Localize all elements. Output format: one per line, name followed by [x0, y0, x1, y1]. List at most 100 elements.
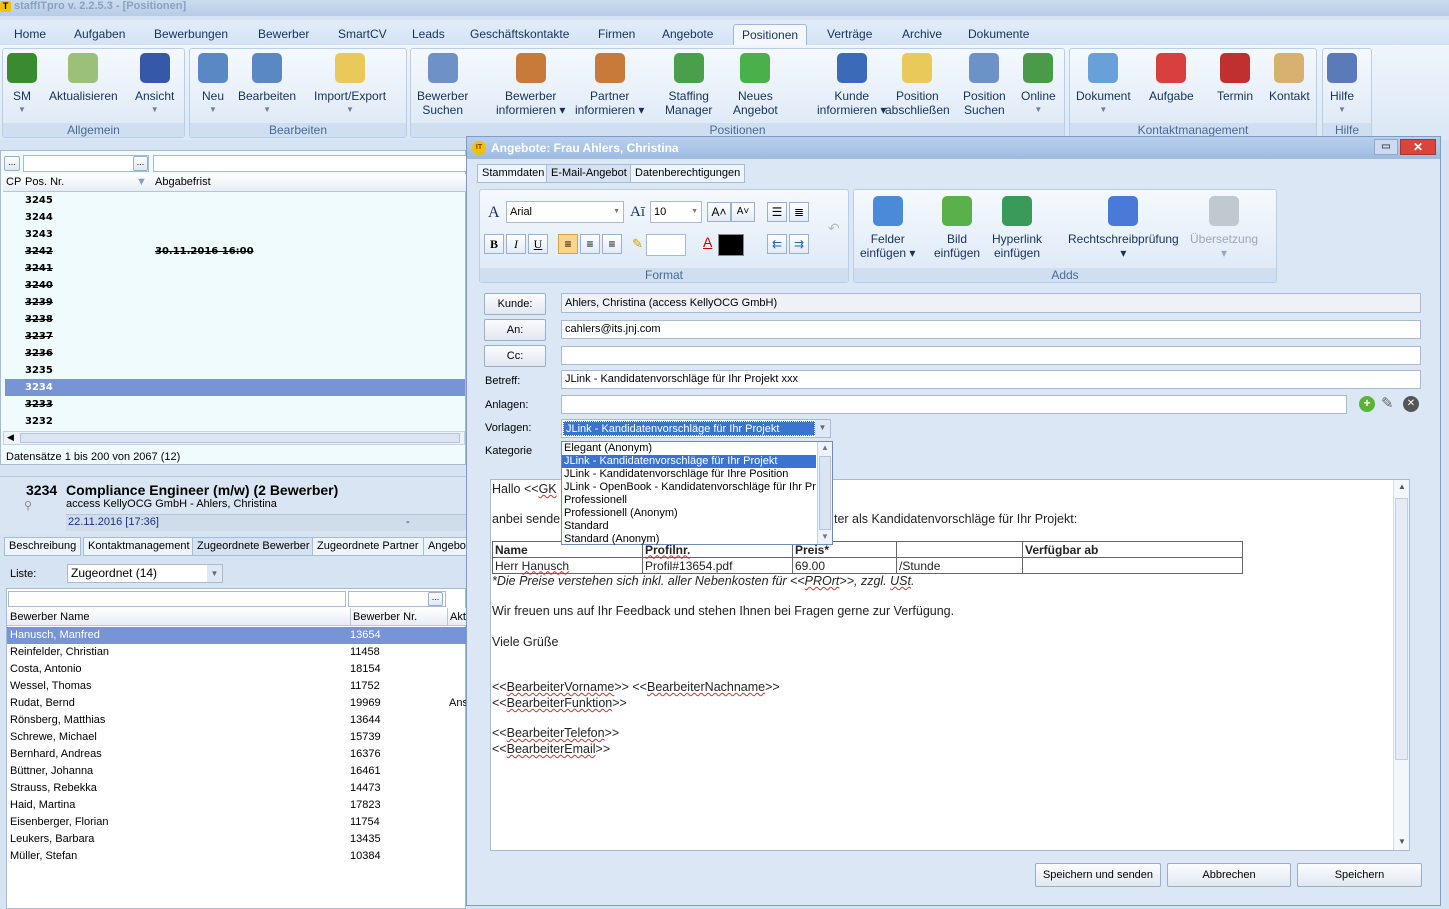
underline-button[interactable]: U: [528, 234, 548, 254]
list-item[interactable]: Costa, Antonio 18154: [7, 661, 466, 678]
dropdown-arrow-icon[interactable]: ▼: [135, 103, 174, 117]
ribbon-button-position-suchen[interactable]: Position Suchen: [963, 53, 1006, 117]
ribbon-button-aufgabe[interactable]: Aufgabe: [1149, 53, 1194, 103]
font-color-select[interactable]: [718, 234, 744, 256]
scroll-thumb[interactable]: [1395, 498, 1408, 760]
anlagen-field[interactable]: [561, 395, 1347, 414]
sort-down-icon[interactable]: ▼: [136, 176, 147, 188]
font-size-select[interactable]: 10 ▼: [650, 201, 702, 223]
attachment-icon[interactable]: ⚲: [24, 499, 32, 512]
list-item[interactable]: Müller, Stefan 10384: [7, 848, 466, 865]
ribbon-button-hilfe[interactable]: Hilfe ▼: [1327, 53, 1357, 117]
cc-button[interactable]: Cc:: [484, 345, 546, 367]
detail-tab-angebo[interactable]: Angebo: [423, 537, 471, 556]
undo-icon[interactable]: ↶: [828, 220, 840, 237]
detail-tab-kontaktmanagement[interactable]: Kontaktmanagement: [83, 537, 195, 556]
dropdown-arrow-icon[interactable]: ▼: [1021, 103, 1056, 117]
col-bewerber-nr[interactable]: Bewerber Nr.: [350, 608, 417, 626]
ribbon-button-neu[interactable]: Neu ▼: [198, 53, 228, 117]
ribbon-button-online[interactable]: Online ▼: [1021, 53, 1056, 117]
list-item[interactable]: Eisenberger, Florian 11754: [7, 814, 466, 831]
col-pos-nr[interactable]: Pos. Nr.: [25, 176, 64, 188]
ribbon-button-kunde-informieren[interactable]: Kunde informieren ▾: [817, 53, 886, 117]
ribbon-button-aktualisieren[interactable]: Aktualisieren: [49, 53, 118, 103]
highlight-color-select[interactable]: [646, 234, 686, 256]
editor-scrollbar[interactable]: ▲ ▼: [1393, 480, 1409, 850]
chevron-down-icon[interactable]: ▼: [613, 202, 620, 222]
table-row[interactable]: 3234: [5, 379, 465, 396]
close-button[interactable]: ✕: [1400, 139, 1436, 155]
ribbon-button-position-abschließen[interactable]: Position abschließen: [885, 53, 950, 117]
highlight-icon[interactable]: ✎: [632, 236, 643, 252]
vorlagen-option[interactable]: Professionell (Anonym): [562, 507, 816, 520]
table-row[interactable]: 3235: [5, 362, 465, 379]
abgabefrist-filter-input[interactable]: [153, 155, 467, 172]
list-item[interactable]: Bernhard, Andreas 16376: [7, 746, 466, 763]
col-akt[interactable]: Akt: [447, 608, 466, 626]
bullet-list-button[interactable]: ☰: [767, 202, 787, 222]
menu-tab-geschäftskontakte[interactable]: Geschäftskontakte: [462, 24, 577, 46]
table-row[interactable]: 3232: [5, 413, 465, 430]
ribbon-button-termin[interactable]: Termin: [1217, 53, 1253, 103]
dropdown-arrow-icon[interactable]: ▼: [314, 103, 386, 117]
scroll-down-icon[interactable]: ▼: [1398, 837, 1406, 846]
save-button[interactable]: Speichern: [1297, 863, 1422, 887]
maximize-button[interactable]: ▭: [1374, 139, 1398, 155]
table-row[interactable]: 3243: [5, 226, 465, 243]
vorlagen-option[interactable]: Standard: [562, 520, 816, 533]
table-row[interactable]: 3242 30.11.2016 16:00: [5, 243, 465, 260]
table-row[interactable]: 3236: [5, 345, 465, 362]
table-row[interactable]: 3238: [5, 311, 465, 328]
menu-tab-angebote[interactable]: Angebote: [654, 24, 721, 46]
adds-button-felder[interactable]: Felder einfügen ▾: [860, 196, 915, 260]
scroll-up-icon[interactable]: ▲: [1398, 482, 1406, 491]
font-select[interactable]: Arial ▼: [506, 201, 624, 223]
menu-tab-positionen[interactable]: Positionen: [733, 24, 808, 46]
dropdown-arrow-icon[interactable]: ▼: [238, 103, 296, 117]
dropdown-arrow-icon[interactable]: ▼: [1327, 103, 1357, 117]
vorlagen-option[interactable]: JLink - Kandidatenvorschläge für Ihre Po…: [562, 468, 816, 481]
adds-button-übersetzung[interactable]: Übersetzung ▾: [1190, 196, 1258, 260]
table-row[interactable]: 3245: [5, 192, 465, 209]
col-bewerber-name[interactable]: Bewerber Name: [10, 611, 89, 623]
table-row[interactable]: 3240: [5, 277, 465, 294]
outdent-button[interactable]: ⇇: [767, 234, 787, 254]
dropdown-arrow-icon[interactable]: ▼: [7, 103, 37, 117]
ribbon-button-partner-informieren[interactable]: Partner informieren ▾: [575, 53, 644, 117]
add-attachment-icon[interactable]: +: [1359, 396, 1375, 412]
vorlagen-option[interactable]: Professionell: [562, 494, 816, 507]
dropdown-arrow-icon[interactable]: ▼: [1076, 103, 1131, 117]
menu-tab-smartcv[interactable]: SmartCV: [330, 24, 395, 46]
table-row[interactable]: 3241: [5, 260, 465, 277]
remove-attachment-icon[interactable]: ✕: [1403, 396, 1419, 412]
kunde-field[interactable]: Ahlers, Christina (access KellyOCG GmbH): [561, 293, 1421, 313]
scroll-down-icon[interactable]: ▼: [821, 532, 829, 541]
menu-tab-aufgaben[interactable]: Aufgaben: [66, 24, 133, 46]
ribbon-button-neues-angebot[interactable]: Neues Angebot: [733, 53, 778, 117]
cancel-button[interactable]: Abbrechen: [1167, 863, 1291, 887]
vorlagen-select[interactable]: JLink - Kandidatenvorschläge für Ihr Pro…: [561, 419, 831, 438]
list-item[interactable]: Hanusch, Manfred 13654: [7, 627, 466, 644]
menu-tab-leads[interactable]: Leads: [404, 24, 453, 46]
col-abgabefrist[interactable]: Abgabefrist: [155, 176, 211, 188]
adds-button-bild[interactable]: Bild einfügen: [934, 196, 980, 260]
menu-tab-bewerbungen[interactable]: Bewerbungen: [146, 24, 236, 46]
font-color-icon[interactable]: A: [703, 234, 712, 250]
bold-button[interactable]: B: [484, 234, 504, 254]
table-row[interactable]: 3244: [5, 209, 465, 226]
an-field[interactable]: cahlers@its.jnj.com: [561, 320, 1421, 339]
scroll-thumb[interactable]: [819, 456, 831, 530]
menu-tab-verträge[interactable]: Verträge: [819, 24, 880, 46]
ribbon-button-bearbeiten[interactable]: Bearbeiten ▼: [238, 53, 296, 117]
detail-tab-zugeordnete-partner[interactable]: Zugeordnete Partner: [312, 537, 424, 556]
ribbon-button-dokument[interactable]: Dokument ▼: [1076, 53, 1131, 117]
chevron-down-icon[interactable]: ▼: [691, 202, 698, 222]
list-item[interactable]: Reinfelder, Christian 11458: [7, 644, 466, 661]
horizontal-scrollbar[interactable]: ◀: [3, 431, 465, 445]
dialog-tab-e-mail-angebot[interactable]: E-Mail-Angebot: [546, 164, 632, 183]
ribbon-button-ansicht[interactable]: Ansicht ▼: [135, 53, 174, 117]
chevron-down-icon[interactable]: ▼: [207, 565, 222, 582]
table-row[interactable]: 3237: [5, 328, 465, 345]
betreff-field[interactable]: JLink - Kandidatenvorschläge für Ihr Pro…: [561, 370, 1421, 389]
indent-button[interactable]: ⇉: [789, 234, 809, 254]
